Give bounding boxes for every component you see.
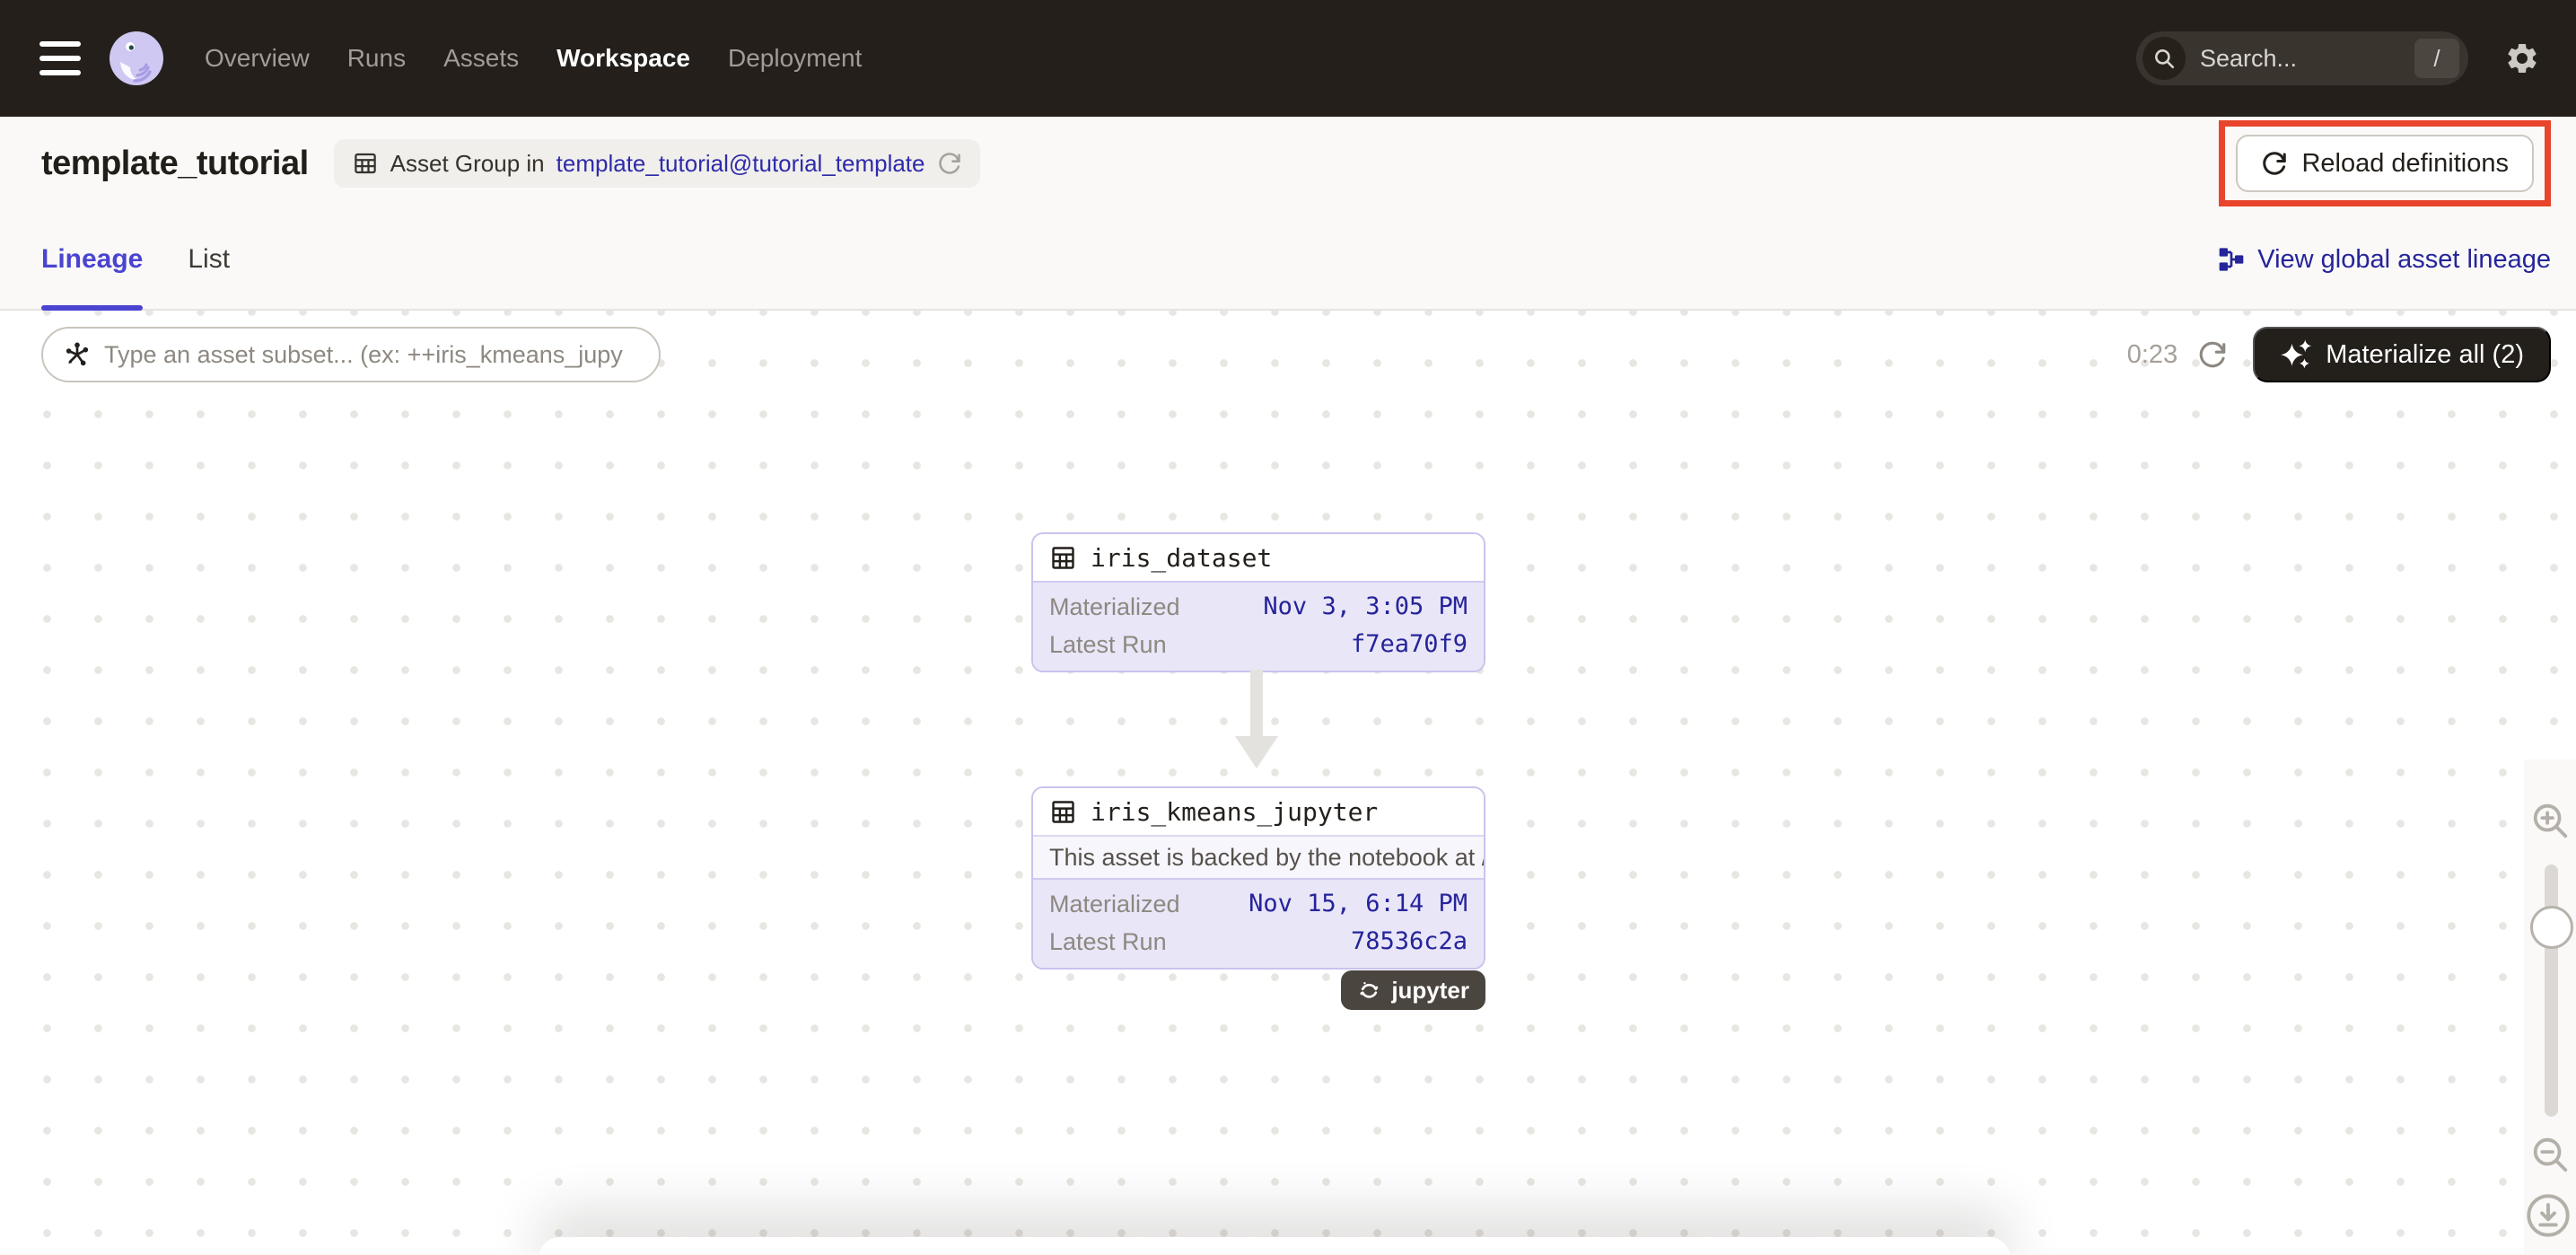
bottom-panel-shadow: [539, 1237, 2011, 1253]
zoom-in-icon[interactable]: [2529, 800, 2571, 841]
badge-text: Asset Group in: [390, 150, 545, 178]
canvas-toolbar: 0:23 Materialize all (2): [41, 327, 2551, 382]
main-nav: Overview Runs Assets Workspace Deploymen…: [205, 44, 862, 73]
row-label: Latest Run: [1049, 925, 1167, 959]
badge-repo-link[interactable]: template_tutorial@tutorial_template: [556, 150, 925, 178]
materialize-all-button[interactable]: Materialize all (2): [2253, 327, 2551, 382]
materialized-row: Materialized Nov 15, 6:14 PM: [1049, 887, 1468, 921]
latest-run-row: Latest Run f7ea70f9: [1049, 628, 1468, 662]
asset-node-iris-kmeans-jupyter[interactable]: iris_kmeans_jupyter This asset is backed…: [1031, 786, 1485, 970]
settings-gear-icon[interactable]: [2504, 40, 2540, 76]
asset-subset-filter[interactable]: [41, 327, 661, 382]
latest-run-link[interactable]: 78536c2a: [1351, 925, 1468, 959]
nav-item-overview[interactable]: Overview: [205, 44, 310, 73]
op-selector-icon: [63, 340, 92, 369]
asset-group-icon: [352, 150, 379, 177]
asset-name: iris_kmeans_jupyter: [1091, 797, 1378, 827]
lineage-graph-icon: [2217, 245, 2246, 274]
kind-tag-jupyter[interactable]: jupyter: [1341, 970, 1485, 1010]
zoom-out-icon[interactable]: [2529, 1134, 2571, 1175]
tab-lineage[interactable]: Lineage: [41, 210, 143, 309]
nav-item-workspace[interactable]: Workspace: [556, 44, 690, 73]
asset-node-iris-dataset[interactable]: iris_dataset Materialized Nov 3, 3:05 PM…: [1031, 532, 1485, 672]
layout-timer: 0:23: [2127, 340, 2177, 370]
search-input[interactable]: Search... /: [2136, 31, 2468, 85]
table-icon: [1049, 544, 1077, 572]
refresh-icon: [2261, 150, 2288, 177]
row-label: Latest Run: [1049, 628, 1167, 662]
annotation-highlight-box: Reload definitions: [2219, 120, 2551, 206]
dagster-logo-icon[interactable]: [108, 30, 165, 87]
zoom-slider-track[interactable]: [2545, 864, 2558, 1117]
tabs-row: Lineage List View global asset lineage: [0, 210, 2576, 311]
global-lineage-label: View global asset lineage: [2257, 245, 2551, 275]
asset-subset-input[interactable]: [104, 341, 639, 369]
reload-definitions-label: Reload definitions: [2301, 149, 2509, 179]
materialized-timestamp[interactable]: Nov 15, 6:14 PM: [1249, 887, 1468, 921]
asset-group-badge: Asset Group in template_tutorial@tutoria…: [334, 139, 980, 188]
tab-list[interactable]: List: [188, 210, 230, 309]
nav-item-assets[interactable]: Assets: [443, 44, 519, 73]
search-shortcut-key: /: [2414, 39, 2459, 78]
latest-run-row: Latest Run 78536c2a: [1049, 925, 1468, 959]
refresh-layout-icon[interactable]: [2197, 339, 2228, 370]
materialize-all-label: Materialize all (2): [2326, 340, 2524, 370]
search-placeholder: Search...: [2200, 45, 2297, 73]
latest-run-link[interactable]: f7ea70f9: [1351, 628, 1468, 662]
lineage-canvas[interactable]: 0:23 Materialize all (2) iris_dataset Ma…: [0, 311, 2576, 1253]
row-label: Materialized: [1049, 590, 1180, 624]
row-label: Materialized: [1049, 887, 1180, 921]
page-header: template_tutorial Asset Group in templat…: [0, 117, 2576, 210]
search-icon: [2142, 37, 2186, 80]
badge-refresh-icon[interactable]: [937, 151, 962, 176]
download-image-icon[interactable]: [2525, 1192, 2572, 1239]
reload-definitions-button[interactable]: Reload definitions: [2236, 135, 2534, 192]
table-icon: [1049, 798, 1077, 826]
materialized-row: Materialized Nov 3, 3:05 PM: [1049, 590, 1468, 624]
materialized-timestamp[interactable]: Nov 3, 3:05 PM: [1263, 590, 1468, 624]
kind-tag-label: jupyter: [1391, 977, 1469, 1005]
view-global-asset-lineage-link[interactable]: View global asset lineage: [2217, 245, 2551, 275]
jupyter-icon: [1357, 979, 1381, 1003]
asset-name: iris_dataset: [1091, 543, 1272, 573]
nav-item-runs[interactable]: Runs: [347, 44, 406, 73]
menu-icon[interactable]: [39, 41, 81, 75]
nav-item-deployment[interactable]: Deployment: [728, 44, 862, 73]
zoom-slider-knob[interactable]: [2530, 906, 2573, 949]
top-navbar: Overview Runs Assets Workspace Deploymen…: [0, 0, 2576, 117]
page-title: template_tutorial: [41, 145, 309, 183]
asset-description: This asset is backed by the notebook at …: [1033, 835, 1484, 878]
materialize-sparkle-icon: [2280, 338, 2312, 371]
lineage-edge-arrow: [1250, 670, 1263, 736]
